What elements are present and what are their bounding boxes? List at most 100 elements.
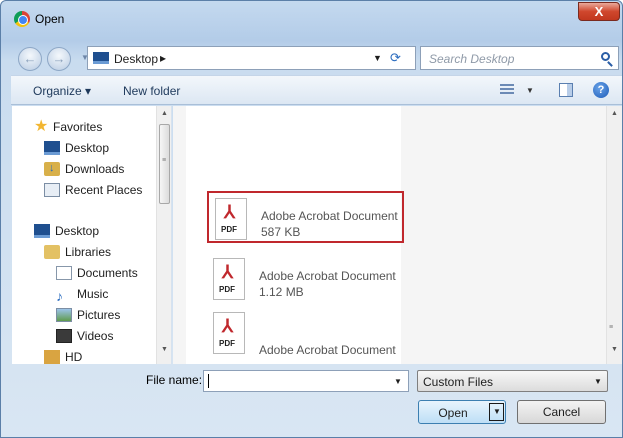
chrome-icon bbox=[14, 11, 30, 27]
pdf-badge: PDF bbox=[221, 225, 237, 234]
hd-drive-icon bbox=[44, 350, 60, 364]
file-item[interactable]: ⅄ PDF Adobe Acrobat Document 587 KB bbox=[207, 191, 404, 243]
music-icon: ♪ bbox=[56, 288, 63, 304]
open-split-dropdown[interactable]: ▼ bbox=[489, 403, 504, 421]
close-button[interactable]: X bbox=[578, 2, 620, 21]
tree-label: Desktop bbox=[65, 141, 110, 155]
tree-documents[interactable]: Documents bbox=[56, 264, 138, 282]
command-bar: Organize ▾ New folder ▼ ? bbox=[11, 75, 622, 105]
desktop-icon bbox=[44, 141, 60, 155]
documents-icon bbox=[56, 266, 72, 280]
tree-label: HD bbox=[65, 350, 83, 364]
text-caret bbox=[208, 374, 209, 388]
navigation-pane: ★ Favorites Desktop Downloads Recent Plac… bbox=[12, 106, 172, 364]
file-name-dropdown[interactable]: ▼ bbox=[394, 377, 402, 386]
navigation-scrollbar[interactable]: ▲ ≡ ▼ bbox=[156, 106, 171, 364]
file-type-value[interactable]: Custom Files bbox=[423, 375, 493, 389]
desktop-folder-icon bbox=[93, 52, 109, 64]
pdf-icon: ⅄ PDF bbox=[213, 312, 245, 354]
address-row: ← → ▼ Desktop ▸ ▼ ⟳ Search Desktop bbox=[1, 37, 622, 73]
open-button-label[interactable]: Open bbox=[419, 406, 487, 420]
pdf-badge: PDF bbox=[219, 339, 235, 348]
file-size: 587 KB bbox=[261, 225, 301, 239]
breadcrumb-chevron-icon[interactable]: ▸ bbox=[160, 51, 166, 65]
search-input[interactable]: Search Desktop bbox=[429, 52, 514, 66]
back-button[interactable]: ← bbox=[18, 47, 42, 71]
tree-hd[interactable]: HD bbox=[44, 348, 82, 364]
search-box[interactable]: Search Desktop bbox=[420, 46, 619, 70]
file-list-scrollbar[interactable]: ▲ ≡ ▼ bbox=[606, 106, 622, 364]
tree-label: Recent Places bbox=[65, 183, 143, 197]
scroll-grip-icon: ≡ bbox=[162, 157, 167, 164]
address-bar[interactable]: Desktop ▸ ▼ ⟳ bbox=[87, 46, 416, 70]
refresh-icon[interactable]: ⟳ bbox=[390, 50, 401, 66]
organize-menu[interactable]: Organize ▾ bbox=[33, 84, 91, 98]
file-name: Adobe Acrobat Document bbox=[261, 209, 398, 223]
file-name: Adobe Acrobat Document bbox=[259, 269, 396, 283]
tree-pictures[interactable]: Pictures bbox=[56, 306, 120, 324]
pdf-icon: ⅄ PDF bbox=[215, 198, 247, 240]
new-folder-button[interactable]: New folder bbox=[123, 84, 180, 98]
file-name-label: File name: bbox=[146, 373, 203, 387]
scroll-down-arrow-icon[interactable]: ▼ bbox=[611, 346, 618, 353]
pictures-icon bbox=[56, 308, 72, 322]
pdf-icon: ⅄ PDF bbox=[213, 258, 245, 300]
libraries-icon bbox=[44, 245, 60, 259]
view-list-icon[interactable] bbox=[500, 84, 514, 96]
preview-pane-icon[interactable] bbox=[559, 83, 573, 97]
scroll-thumb[interactable]: ≡ bbox=[159, 124, 170, 204]
cancel-button[interactable]: Cancel bbox=[517, 400, 606, 424]
desktop-icon bbox=[34, 224, 50, 238]
forward-button[interactable]: → bbox=[47, 47, 71, 71]
address-dropdown[interactable]: ▼ bbox=[373, 53, 382, 63]
file-type-dropdown[interactable]: ▼ bbox=[594, 377, 602, 386]
scroll-up-arrow-icon[interactable]: ▲ bbox=[611, 110, 618, 117]
tree-recent-places[interactable]: Recent Places bbox=[44, 181, 142, 199]
acrobat-glyph-icon: ⅄ bbox=[222, 262, 233, 282]
tree-label: Documents bbox=[77, 266, 138, 280]
acrobat-glyph-icon: ⅄ bbox=[224, 202, 235, 222]
tree-label: Desktop bbox=[55, 224, 100, 238]
file-list: ⅄ PDF Adobe Acrobat Document 587 KB ⅄ PD… bbox=[186, 106, 404, 364]
tree-label: Videos bbox=[77, 329, 114, 343]
tree-videos[interactable]: Videos bbox=[56, 327, 113, 345]
open-button[interactable]: Open ▼ bbox=[418, 400, 506, 424]
forward-arrow-icon: → bbox=[52, 51, 66, 66]
acrobat-glyph-icon: ⅄ bbox=[222, 316, 233, 336]
chevron-down-icon: ▼ bbox=[493, 407, 501, 416]
open-dialog: Open X ← → ▼ Desktop ▸ ▼ ⟳ Search Deskto… bbox=[0, 0, 623, 438]
magnifier-icon[interactable] bbox=[601, 52, 610, 61]
tree-favorites[interactable]: ★ Favorites bbox=[34, 118, 102, 136]
scroll-down-arrow-icon[interactable]: ▼ bbox=[161, 346, 168, 353]
address-location[interactable]: Desktop bbox=[114, 52, 158, 66]
scroll-up-arrow-icon[interactable]: ▲ bbox=[161, 110, 168, 117]
tree-music[interactable]: ♪ Music bbox=[56, 285, 109, 304]
tree-label: Music bbox=[77, 287, 109, 301]
file-type-select[interactable]: Custom Files ▼ bbox=[417, 370, 608, 392]
recent-places-icon bbox=[44, 183, 60, 197]
title-bar: Open X bbox=[1, 1, 622, 37]
window-title: Open bbox=[35, 12, 65, 26]
help-icon[interactable]: ? bbox=[593, 82, 609, 98]
pdf-badge: PDF bbox=[219, 285, 235, 294]
back-arrow-icon: ← bbox=[23, 51, 37, 66]
tree-label: Pictures bbox=[77, 308, 121, 322]
file-item[interactable]: ⅄ PDF Adobe Acrobat Document 1.12 MB bbox=[207, 253, 404, 305]
downloads-icon bbox=[44, 159, 60, 177]
tree-libraries[interactable]: Libraries bbox=[44, 243, 111, 261]
star-icon: ★ bbox=[34, 118, 49, 135]
tree-label: Libraries bbox=[65, 245, 112, 259]
view-dropdown[interactable]: ▼ bbox=[526, 86, 534, 95]
tree-desktop-favorite[interactable]: Desktop bbox=[44, 139, 109, 157]
tree-label: Favorites bbox=[53, 120, 103, 134]
tree-downloads[interactable]: Downloads bbox=[44, 159, 125, 178]
file-size: 1.12 MB bbox=[259, 285, 304, 299]
videos-icon bbox=[56, 329, 72, 343]
scroll-grip-icon[interactable]: ≡ bbox=[609, 324, 613, 331]
tree-label: Downloads bbox=[65, 162, 125, 176]
file-list-pane: ⅄ PDF Adobe Acrobat Document 587 KB ⅄ PD… bbox=[173, 106, 622, 364]
file-item[interactable]: ⅄ PDF Adobe Acrobat Document bbox=[207, 307, 404, 359]
tree-desktop[interactable]: Desktop bbox=[34, 222, 99, 240]
file-name: Adobe Acrobat Document bbox=[259, 343, 396, 357]
file-name-field[interactable]: ▼ bbox=[203, 370, 409, 392]
